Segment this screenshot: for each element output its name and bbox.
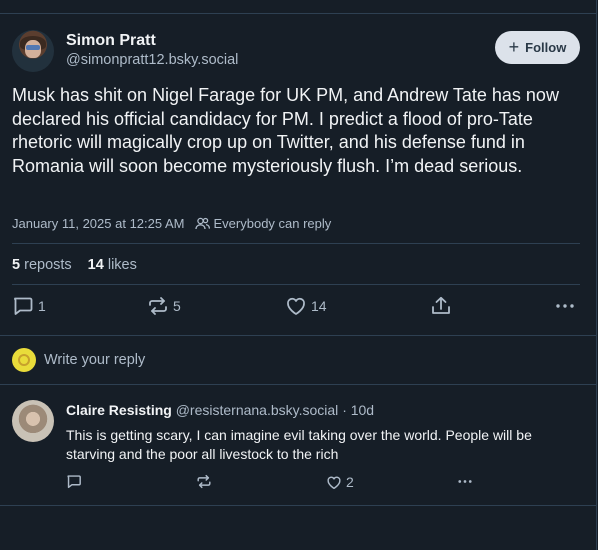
- top-divider: [0, 13, 597, 14]
- reply-repost-button[interactable]: [196, 474, 212, 489]
- my-avatar: [12, 348, 36, 372]
- author-handle[interactable]: @simonpratt12.bsky.social: [66, 52, 238, 68]
- reply-divider: [0, 505, 597, 506]
- reply-setting-label: Everybody can reply: [213, 216, 332, 231]
- reply-author-avatar[interactable]: [12, 400, 54, 442]
- repost-count: 5: [173, 298, 181, 314]
- more-dots-icon: [556, 304, 574, 308]
- like-count: 14: [311, 298, 327, 314]
- reply-like-count: 2: [346, 474, 354, 490]
- follow-button[interactable]: + Follow: [495, 31, 580, 64]
- compose-divider: [0, 384, 597, 385]
- more-options-button[interactable]: [555, 296, 575, 316]
- post-actions: 1 5 14: [0, 296, 597, 322]
- speech-bubble-icon: [67, 475, 81, 489]
- speech-bubble-icon: [14, 297, 33, 315]
- avatar-facepaint: [26, 45, 40, 50]
- reply-author-name[interactable]: Claire Resisting: [66, 402, 172, 418]
- repost-button[interactable]: 5: [147, 296, 181, 316]
- share-button[interactable]: [430, 296, 452, 316]
- follow-label: Follow: [525, 40, 567, 55]
- reply-composer-prompt[interactable]: Write your reply: [44, 352, 145, 368]
- people-icon: [194, 217, 210, 230]
- author-avatar[interactable]: [12, 30, 54, 72]
- reply-age[interactable]: · 10d: [342, 402, 374, 418]
- plus-icon: +: [508, 36, 520, 57]
- reply-button[interactable]: 1: [12, 296, 46, 316]
- actions-divider: [0, 335, 597, 336]
- repost-arrows-icon: [149, 297, 167, 315]
- share-upload-icon: [432, 296, 450, 314]
- author-name[interactable]: Simon Pratt: [66, 32, 156, 50]
- reply-author-handle[interactable]: @resisternana.bsky.social: [176, 402, 339, 418]
- reply-setting[interactable]: Everybody can reply: [194, 216, 332, 231]
- post-meta: January 11, 2025 at 12:25 AM Everybody c…: [12, 216, 331, 231]
- meta-divider: [12, 243, 580, 244]
- stats-divider: [12, 284, 580, 285]
- reply-text: This is getting scary, I can imagine evi…: [66, 427, 532, 462]
- reply-like-button[interactable]: 2: [326, 474, 354, 490]
- likes-stat[interactable]: 14 likes: [88, 257, 137, 273]
- post-timestamp[interactable]: January 11, 2025 at 12:25 AM: [12, 216, 185, 231]
- post-text: Musk has shit on Nigel Farage for UK PM,…: [12, 85, 559, 176]
- reply-actions: 2: [0, 474, 597, 494]
- post-stats: 5 reposts 14 likes: [12, 257, 137, 273]
- reposts-stat[interactable]: 5 reposts: [12, 257, 72, 273]
- post-thread-panel: [0, 0, 597, 550]
- reply-more-button[interactable]: [456, 474, 474, 489]
- repost-arrows-icon: [197, 474, 211, 489]
- like-button[interactable]: 14: [285, 296, 327, 316]
- reply-count: 1: [38, 298, 46, 314]
- more-dots-icon: [458, 480, 472, 483]
- reply-header: Claire Resisting @resisternana.bsky.soci…: [66, 402, 374, 418]
- heart-icon: [287, 297, 305, 315]
- heart-icon: [327, 476, 341, 489]
- reply-reply-button[interactable]: [66, 474, 82, 489]
